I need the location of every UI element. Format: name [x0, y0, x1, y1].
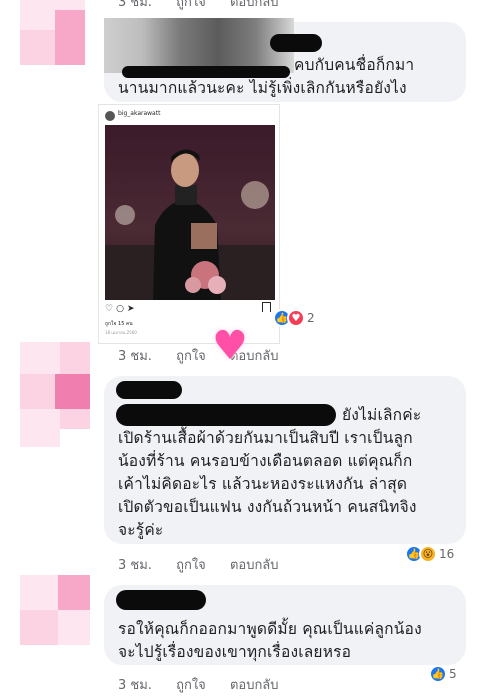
reaction-count: 16 [439, 547, 455, 561]
love-reaction-icon: ♥ [287, 309, 305, 327]
reaction-count: 5 [449, 667, 457, 681]
comment-text: ยังไม่เลิกค่ะ เปิดร้านเสื้อผ้าด้วยกันมาเ… [118, 406, 422, 539]
ig-username: big_akarawatt [118, 110, 161, 117]
reaction-summary[interactable]: 👍 😮 16 [405, 545, 454, 563]
instagram-post-image[interactable]: big_akarawatt ♡○➤ ถูกใจ 15 คน 18 เมษายน … [98, 104, 280, 344]
bookmark-icon[interactable] [262, 302, 271, 312]
redacted-name [116, 590, 206, 610]
ig-action-row: ♡○➤ [105, 304, 137, 314]
like-link[interactable]: ถูกใจ [176, 0, 206, 10]
avatar-pixelated[interactable] [20, 575, 102, 645]
avatar-pixelated[interactable] [20, 342, 102, 447]
heart-sticker-icon: ♥ [212, 323, 248, 369]
comment-icon[interactable]: ○ [116, 304, 127, 314]
comment-text: คบกับคนชื่อก็กมา นานมากแล้วนะคะ ไม่รู้เพ… [118, 56, 415, 97]
like-link[interactable]: ถูกใจ [176, 349, 206, 364]
reply-link[interactable]: ตอบกลับ [230, 0, 279, 10]
comment-time: 3 ชม. [118, 349, 152, 364]
avatar-pixelated[interactable] [20, 0, 95, 80]
comment-actions: 3 ชม. ถูกใจ ตอบกลับ [118, 674, 299, 695]
redacted-name [270, 34, 322, 52]
comment-actions: 3 ชม. ถูกใจ ตอบกลับ [118, 345, 299, 366]
ig-avatar [105, 111, 115, 121]
ig-date: 18 เมษายน 2560 [105, 330, 137, 335]
reaction-summary[interactable]: 👍 5 [429, 665, 457, 683]
ig-photo [105, 125, 275, 300]
comment-actions: 3 ชม. ถูกใจ ตอบกลับ [118, 554, 299, 575]
reaction-summary[interactable]: 👍 ♥ 2 [273, 309, 315, 327]
reaction-count: 2 [307, 311, 315, 325]
comment-time: 3 ชม. [118, 0, 152, 10]
wow-reaction-icon: 😮 [419, 545, 437, 563]
reply-link[interactable]: ตอบกลับ [230, 558, 279, 573]
redacted-name [116, 381, 182, 399]
heart-icon[interactable]: ♡ [105, 304, 116, 314]
like-link[interactable]: ถูกใจ [176, 678, 206, 693]
comment-time: 3 ชม. [118, 678, 152, 693]
comment-text: รอให้คุณก็กออกมาพูดดีมั้ย คุณเป็นแค่ลูกน… [118, 620, 422, 661]
comment-time: 3 ชม. [118, 558, 152, 573]
reply-link[interactable]: ตอบกลับ [230, 678, 279, 693]
like-reaction-icon: 👍 [429, 665, 447, 683]
top-comment-actions: 3 ชม. ถูกใจ ตอบกลับ [118, 0, 299, 12]
send-icon[interactable]: ➤ [127, 304, 138, 314]
like-link[interactable]: ถูกใจ [176, 558, 206, 573]
ig-likes: ถูกใจ 15 คน [105, 321, 133, 327]
